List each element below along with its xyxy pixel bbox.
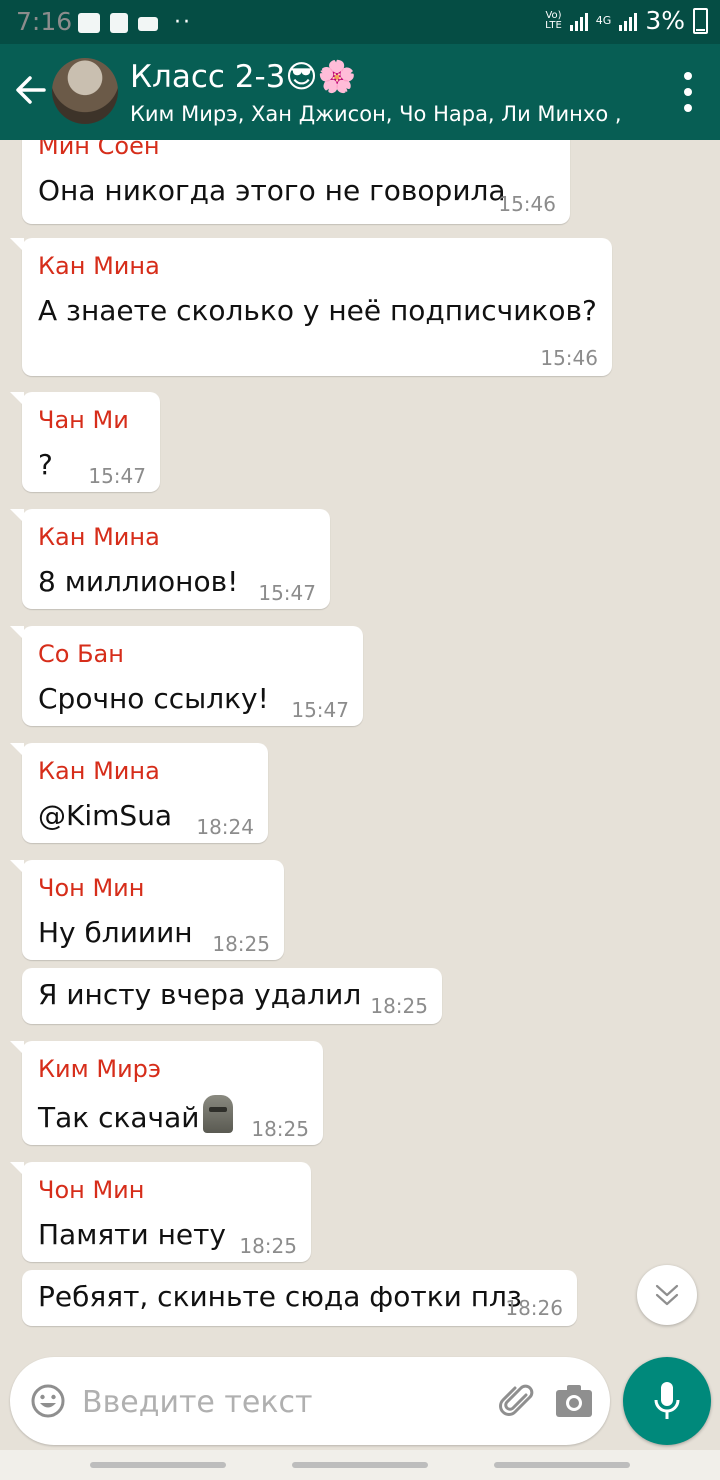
system-nav-bar <box>0 1450 720 1480</box>
message-time: 18:25 <box>212 932 270 956</box>
microphone-icon <box>654 1382 680 1419</box>
message-composer <box>10 1357 610 1445</box>
moai-emoji-icon <box>203 1095 234 1133</box>
message-text: Так скачай <box>38 1095 234 1134</box>
message-bubble[interactable]: Ким Мирэ Так скачай 18:25 <box>10 1041 323 1145</box>
message-sender: Кан Мина <box>38 757 160 785</box>
message-text: Ребяят, скиньте сюда фотки плз <box>38 1280 522 1313</box>
message-sender: Ким Мирэ <box>38 1055 162 1083</box>
message-text: ? <box>38 448 53 481</box>
volte-icon: Vo) LTE <box>545 9 562 31</box>
signal-icon <box>569 11 588 31</box>
message-sender: Со Бан <box>38 640 124 668</box>
message-bubble[interactable]: Чон Мин Ну блииин 18:25 <box>10 860 284 960</box>
message-bubble[interactable]: Кан Мина А знаете сколько у неё подписчи… <box>10 238 612 376</box>
battery-icon <box>693 7 708 34</box>
message-text: Я инсту вчера удалил <box>38 978 362 1011</box>
message-bubble[interactable]: Со Бан Срочно ссылку! 15:47 <box>10 626 363 726</box>
voice-record-button[interactable] <box>623 1357 711 1445</box>
battery-percent: 3% <box>645 6 685 35</box>
message-bubble[interactable]: Кан Мина @KimSua 18:24 <box>10 743 268 843</box>
back-arrow-icon[interactable] <box>14 68 48 112</box>
message-time: 15:46 <box>540 346 598 370</box>
message-time: 15:47 <box>88 464 146 488</box>
message-time: 18:24 <box>196 815 254 839</box>
message-text: Ну блииин <box>38 916 193 949</box>
more-notifications-icon: ·· <box>174 10 192 35</box>
message-time: 15:47 <box>291 698 349 722</box>
facebook-icon <box>110 12 128 33</box>
system-icons: Vo) LTE 4G 3% <box>545 6 708 35</box>
network-type-label: 4G <box>595 14 612 27</box>
notification-icons: ·· <box>78 10 192 35</box>
scroll-to-bottom-button[interactable] <box>637 1265 697 1325</box>
nav-back-button[interactable] <box>494 1462 630 1468</box>
message-text: Она никогда этого не говорила <box>38 174 506 207</box>
message-sender: Чон Мин <box>38 874 145 902</box>
nav-home-button[interactable] <box>292 1462 428 1468</box>
message-input[interactable] <box>80 1373 484 1431</box>
overflow-menu-icon[interactable] <box>682 72 694 112</box>
message-time: 18:25 <box>239 1234 297 1258</box>
message-bubble[interactable]: Чан Ми ? 15:47 <box>10 392 160 492</box>
message-time: 15:46 <box>498 192 556 216</box>
message-bubble[interactable]: Мин Соён Она никогда этого не говорила 1… <box>22 140 570 224</box>
chat-title[interactable]: Класс 2-3😎🌸 <box>130 58 356 95</box>
message-sender: Кан Мина <box>38 252 160 280</box>
chevron-double-down-icon <box>655 1284 679 1306</box>
gallery-icon <box>78 12 100 33</box>
status-bar: 7:16 ·· Vo) LTE 4G 3% <box>0 0 720 44</box>
message-bubble[interactable]: Я инсту вчера удалил 18:25 <box>22 968 442 1024</box>
message-sender: Кан Мина <box>38 523 160 551</box>
message-sender: Чан Ми <box>38 406 129 434</box>
nav-recent-button[interactable] <box>90 1462 226 1468</box>
emoji-icon[interactable] <box>30 1383 66 1419</box>
group-avatar[interactable] <box>52 58 118 124</box>
message-text: 8 миллионов! <box>38 565 239 598</box>
message-text: @KimSua <box>38 799 173 832</box>
message-bubble[interactable]: Ребяят, скиньте сюда фотки плз 18:26 <box>22 1270 577 1326</box>
message-time: 15:47 <box>258 581 316 605</box>
message-bubble[interactable]: Чон Мин Памяти нету 18:25 <box>10 1162 311 1262</box>
camera-icon[interactable] <box>554 1383 594 1419</box>
message-text: А знаете сколько у неё подписчиков? <box>38 294 597 327</box>
message-bubble[interactable]: Кан Мина 8 миллионов! 15:47 <box>10 509 330 609</box>
video-icon <box>138 17 158 31</box>
message-sender: Мин Соён <box>38 140 160 160</box>
chat-members[interactable]: Ким Мирэ, Хан Джисон, Чо Нара, Ли Минхо … <box>130 102 620 126</box>
signal-icon-2 <box>619 11 638 31</box>
message-sender: Чон Мин <box>38 1176 145 1204</box>
paperclip-icon[interactable] <box>498 1381 538 1421</box>
message-text: Срочно ссылку! <box>38 682 269 715</box>
message-time: 18:25 <box>370 994 428 1018</box>
message-time: 18:25 <box>251 1117 309 1141</box>
message-list[interactable]: Мин Соён Она никогда этого не говорила 1… <box>0 140 720 1350</box>
message-text: Памяти нету <box>38 1218 227 1251</box>
message-time: 18:26 <box>505 1296 563 1320</box>
chat-header: Класс 2-3😎🌸 Ким Мирэ, Хан Джисон, Чо Нар… <box>0 44 720 140</box>
